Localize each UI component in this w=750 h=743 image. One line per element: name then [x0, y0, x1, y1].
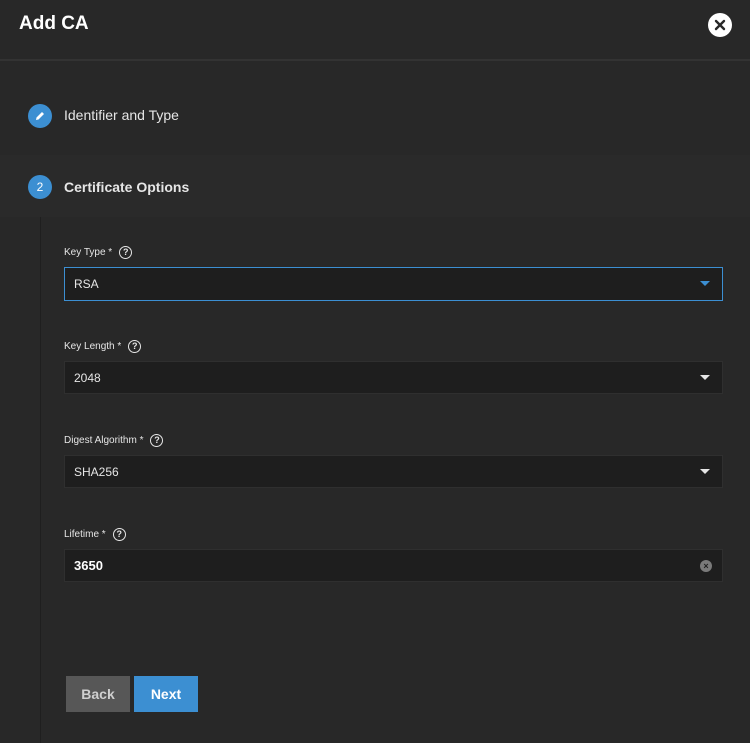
digest-algorithm-select[interactable]: SHA256	[64, 455, 723, 488]
key-length-label-row: Key Length * ?	[64, 337, 723, 355]
pencil-icon	[36, 112, 44, 120]
chevron-down-icon	[700, 469, 710, 474]
step-certificate-options[interactable]: 2 Certificate Options	[0, 155, 750, 217]
step-1-label: Identifier and Type	[64, 107, 179, 123]
lifetime-field: Lifetime * ? 3650 ×	[64, 525, 723, 582]
next-button[interactable]: Next	[134, 676, 198, 712]
help-icon[interactable]: ?	[112, 527, 126, 541]
step-2-label: Certificate Options	[64, 179, 190, 195]
chevron-down-icon	[700, 281, 710, 286]
help-icon[interactable]: ?	[119, 245, 133, 259]
digest-algorithm-value: SHA256	[74, 464, 119, 479]
key-type-label-row: Key Type * ?	[64, 243, 723, 261]
lifetime-value: 3650	[74, 558, 103, 573]
key-type-field: Key Type * ? RSA	[64, 243, 723, 301]
key-length-label: Key Length *	[64, 340, 122, 352]
lifetime-label: Lifetime *	[64, 528, 106, 540]
clear-icon[interactable]: ×	[700, 560, 712, 572]
back-button[interactable]: Back	[66, 676, 130, 712]
key-length-select[interactable]: 2048	[64, 361, 723, 394]
help-icon[interactable]: ?	[128, 339, 142, 353]
help-icon[interactable]: ?	[150, 433, 164, 447]
key-type-select[interactable]: RSA	[64, 267, 723, 301]
key-length-field: Key Length * ? 2048	[64, 337, 723, 394]
digest-algorithm-field: Digest Algorithm * ? SHA256	[64, 431, 723, 488]
close-button[interactable]	[708, 13, 732, 37]
step-2-marker: 2	[28, 175, 52, 199]
key-length-value: 2048	[74, 370, 101, 385]
chevron-down-icon	[700, 375, 710, 380]
lifetime-input[interactable]: 3650 ×	[64, 549, 723, 582]
key-type-label: Key Type *	[64, 246, 113, 258]
step-identifier-and-type[interactable]: Identifier and Type	[0, 103, 750, 129]
step-1-marker	[28, 104, 52, 128]
stepper-line	[40, 200, 41, 743]
key-type-value: RSA	[74, 277, 99, 291]
close-icon	[714, 19, 726, 31]
lifetime-label-row: Lifetime * ?	[64, 525, 723, 543]
dialog-title: Add CA	[19, 13, 89, 34]
digest-algorithm-label: Digest Algorithm *	[64, 434, 144, 446]
digest-algorithm-label-row: Digest Algorithm * ?	[64, 431, 723, 449]
dialog-header: Add CA	[0, 0, 750, 61]
